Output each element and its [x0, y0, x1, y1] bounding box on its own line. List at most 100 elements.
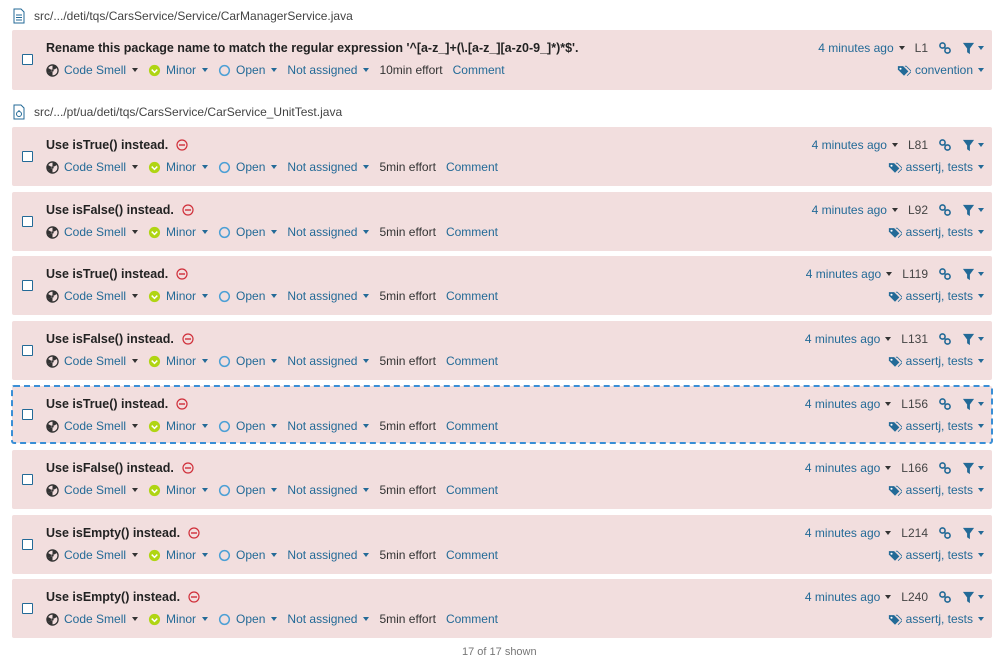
issue-card[interactable]: Use isEmpty() instead. Code Smell Minor … [12, 579, 992, 638]
issue-status[interactable]: Open [218, 483, 278, 497]
comment-link[interactable]: Comment [446, 225, 498, 239]
permalink-icon[interactable] [938, 203, 952, 217]
issue-date[interactable]: 4 minutes ago [812, 138, 898, 152]
issue-assignee[interactable]: Not assigned [287, 483, 370, 497]
comment-link[interactable]: Comment [446, 289, 498, 303]
issue-card[interactable]: Use isTrue() instead. Code Smell Minor O… [11, 385, 993, 444]
issue-severity[interactable]: Minor [148, 289, 209, 303]
issue-card[interactable]: Use isFalse() instead. Code Smell Minor … [12, 450, 992, 509]
permalink-icon[interactable] [938, 461, 952, 475]
issue-status[interactable]: Open [218, 160, 278, 174]
filter-menu[interactable] [962, 527, 984, 540]
issue-assignee[interactable]: Not assigned [287, 612, 370, 626]
issue-type[interactable]: Code Smell [46, 160, 139, 174]
issue-severity[interactable]: Minor [148, 160, 209, 174]
filter-menu[interactable] [962, 42, 984, 55]
issue-message[interactable]: Use isTrue() instead. [46, 138, 168, 152]
issue-severity[interactable]: Minor [148, 354, 209, 368]
filter-menu[interactable] [962, 398, 984, 411]
issue-tags[interactable]: assertj, tests [888, 612, 984, 626]
issue-type[interactable]: Code Smell [46, 354, 139, 368]
issue-tags[interactable]: assertj, tests [888, 160, 984, 174]
issue-type[interactable]: Code Smell [46, 225, 139, 239]
issue-assignee[interactable]: Not assigned [287, 63, 370, 77]
issue-message[interactable]: Use isEmpty() instead. [46, 590, 180, 604]
filter-menu[interactable] [962, 204, 984, 217]
issue-type[interactable]: Code Smell [46, 63, 139, 77]
issue-status[interactable]: Open [218, 612, 278, 626]
issue-tags[interactable]: assertj, tests [888, 354, 984, 368]
issue-card[interactable]: Use isEmpty() instead. Code Smell Minor … [12, 515, 992, 574]
comment-link[interactable]: Comment [446, 612, 498, 626]
issue-checkbox[interactable] [22, 344, 33, 356]
issue-message[interactable]: Use isTrue() instead. [46, 397, 168, 411]
issue-severity[interactable]: Minor [148, 419, 209, 433]
permalink-icon[interactable] [938, 397, 952, 411]
issue-checkbox[interactable] [22, 54, 33, 65]
issue-assignee[interactable]: Not assigned [287, 354, 370, 368]
issue-date[interactable]: 4 minutes ago [806, 267, 893, 281]
comment-link[interactable]: Comment [453, 63, 505, 77]
issue-date[interactable]: 4 minutes ago [818, 41, 905, 55]
issue-severity[interactable]: Minor [148, 548, 209, 562]
comment-link[interactable]: Comment [446, 419, 498, 433]
issue-severity[interactable]: Minor [148, 483, 209, 497]
issue-card[interactable]: Use isTrue() instead. Code Smell Minor O… [12, 256, 992, 315]
issue-type[interactable]: Code Smell [46, 289, 139, 303]
issue-message[interactable]: Use isEmpty() instead. [46, 526, 180, 540]
comment-link[interactable]: Comment [446, 354, 498, 368]
filter-menu[interactable] [962, 139, 984, 152]
issue-assignee[interactable]: Not assigned [287, 289, 370, 303]
permalink-icon[interactable] [938, 41, 952, 55]
issue-checkbox[interactable] [22, 215, 33, 227]
issue-type[interactable]: Code Smell [46, 483, 139, 497]
file-path[interactable]: src/.../deti/tqs/CarsService/Service/Car… [34, 9, 353, 23]
issue-card[interactable]: Rename this package name to match the re… [12, 30, 992, 90]
issue-type[interactable]: Code Smell [46, 612, 139, 626]
issue-tags[interactable]: assertj, tests [888, 289, 984, 303]
issue-date[interactable]: 4 minutes ago [805, 526, 892, 540]
issue-status[interactable]: Open [218, 354, 278, 368]
issue-assignee[interactable]: Not assigned [287, 548, 370, 562]
issue-card[interactable]: Use isFalse() instead. Code Smell Minor … [12, 321, 992, 380]
comment-link[interactable]: Comment [446, 160, 498, 174]
filter-menu[interactable] [962, 268, 984, 281]
issue-status[interactable]: Open [218, 225, 278, 239]
issue-date[interactable]: 4 minutes ago [812, 203, 898, 217]
issue-date[interactable]: 4 minutes ago [805, 397, 892, 411]
issue-status[interactable]: Open [218, 289, 278, 303]
issue-severity[interactable]: Minor [148, 225, 209, 239]
issue-status[interactable]: Open [218, 63, 278, 77]
issue-checkbox[interactable] [22, 279, 33, 291]
issue-tags[interactable]: assertj, tests [888, 548, 984, 562]
permalink-icon[interactable] [938, 332, 952, 346]
issue-message[interactable]: Use isFalse() instead. [46, 332, 174, 346]
issue-type[interactable]: Code Smell [46, 419, 139, 433]
issue-checkbox[interactable] [22, 473, 33, 485]
issue-card[interactable]: Use isFalse() instead. Code Smell Minor … [12, 192, 992, 251]
permalink-icon[interactable] [938, 138, 952, 152]
filter-menu[interactable] [962, 591, 984, 604]
issue-date[interactable]: 4 minutes ago [805, 590, 892, 604]
issue-tags[interactable]: assertj, tests [888, 483, 984, 497]
comment-link[interactable]: Comment [446, 548, 498, 562]
issue-tags[interactable]: convention [897, 63, 984, 77]
issue-card[interactable]: Use isTrue() instead. Code Smell Minor O… [12, 127, 992, 186]
permalink-icon[interactable] [938, 526, 952, 540]
issue-severity[interactable]: Minor [148, 612, 209, 626]
file-path[interactable]: src/.../pt/ua/deti/tqs/CarsService/CarSe… [34, 105, 342, 119]
issue-date[interactable]: 4 minutes ago [805, 461, 892, 475]
filter-menu[interactable] [962, 333, 984, 346]
issue-message[interactable]: Use isFalse() instead. [46, 203, 174, 217]
issue-message[interactable]: Use isTrue() instead. [46, 267, 168, 281]
issue-checkbox[interactable] [22, 602, 33, 614]
issue-status[interactable]: Open [218, 548, 278, 562]
issue-message[interactable]: Rename this package name to match the re… [46, 41, 579, 55]
issue-checkbox[interactable] [22, 408, 33, 420]
issue-tags[interactable]: assertj, tests [888, 419, 984, 433]
issue-checkbox[interactable] [22, 150, 33, 162]
issue-type[interactable]: Code Smell [46, 548, 139, 562]
permalink-icon[interactable] [938, 267, 952, 281]
issue-checkbox[interactable] [22, 538, 33, 550]
permalink-icon[interactable] [938, 590, 952, 604]
